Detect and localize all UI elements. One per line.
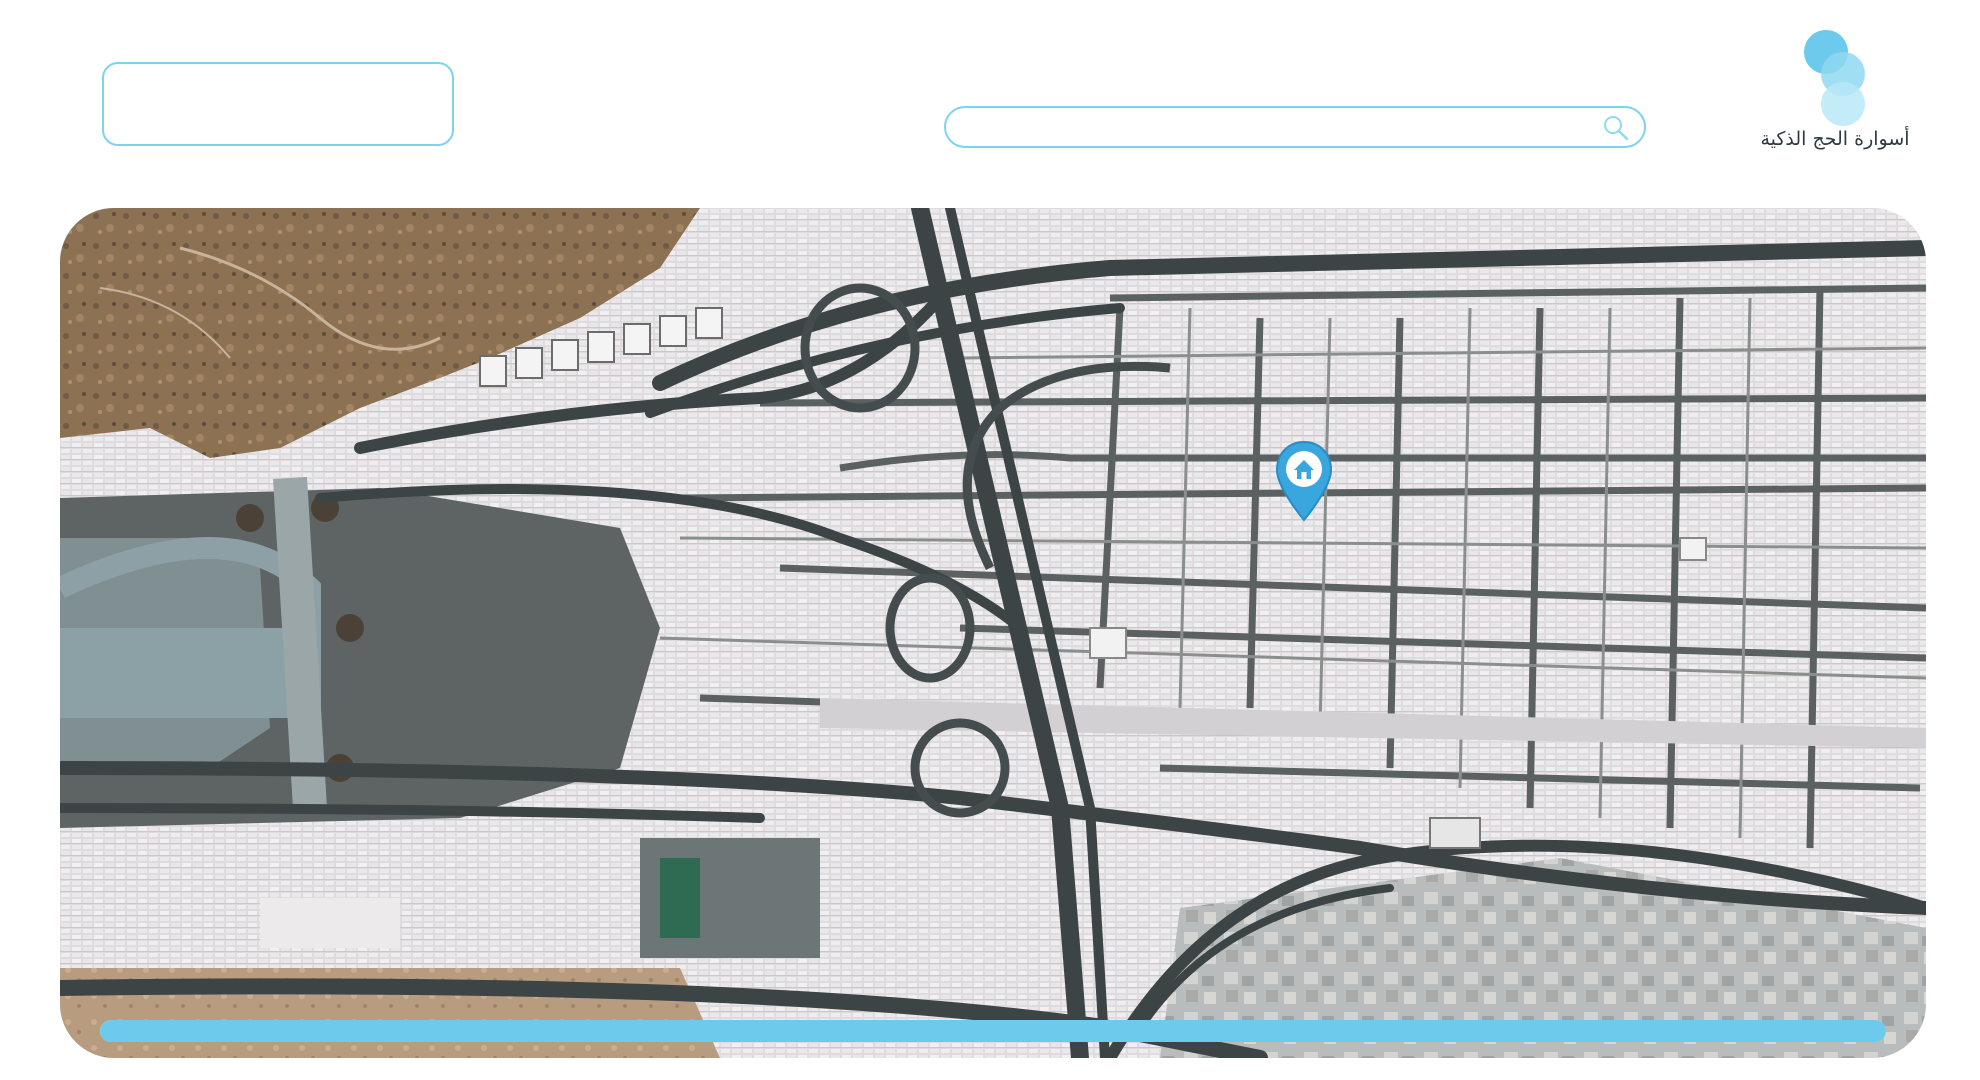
search-icon[interactable] [1602,114,1630,142]
bubbles-logo-icon [1804,30,1865,126]
search-bar[interactable] [944,106,1646,148]
app-logo: أسوارة الحج الذكية [1750,22,1920,162]
progress-fill [100,1020,1886,1042]
satellite-map[interactable] [60,208,1926,1058]
map-imagery [60,208,1926,1058]
home-pin-icon[interactable] [1274,440,1334,522]
map-progress-bar [100,1020,1886,1042]
search-input[interactable] [960,108,1584,148]
info-box [102,62,454,146]
app-name: أسوارة الحج الذكية [1760,128,1910,150]
